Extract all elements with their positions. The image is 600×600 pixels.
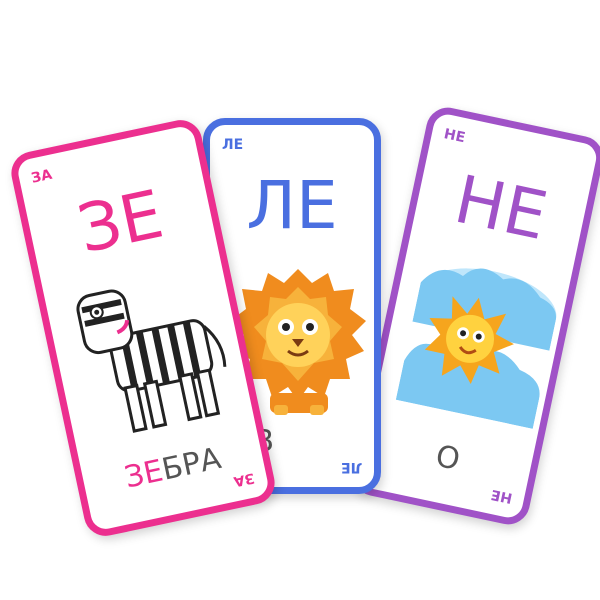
syllable-card-ne[interactable]: НЕ НЕ О НЕ [348,103,600,529]
card-corner-label-bottom: ЛЕ [340,459,362,475]
card-corner-label-bottom: НЕ [489,485,514,506]
card-word-rest: БРА [158,441,225,488]
zebra-icon [64,266,232,442]
card-word: О [432,438,463,478]
sun-cloud-icon [395,253,557,429]
card-syllable: ЛЕ [246,167,338,244]
card-corner-label: ЗА [29,166,54,187]
card-corner-label-bottom: ЗА [232,469,257,490]
card-corner-label: НЕ [442,126,467,147]
card-syllable: НЕ [448,160,554,256]
card-corner-label: ЛЕ [222,137,244,153]
